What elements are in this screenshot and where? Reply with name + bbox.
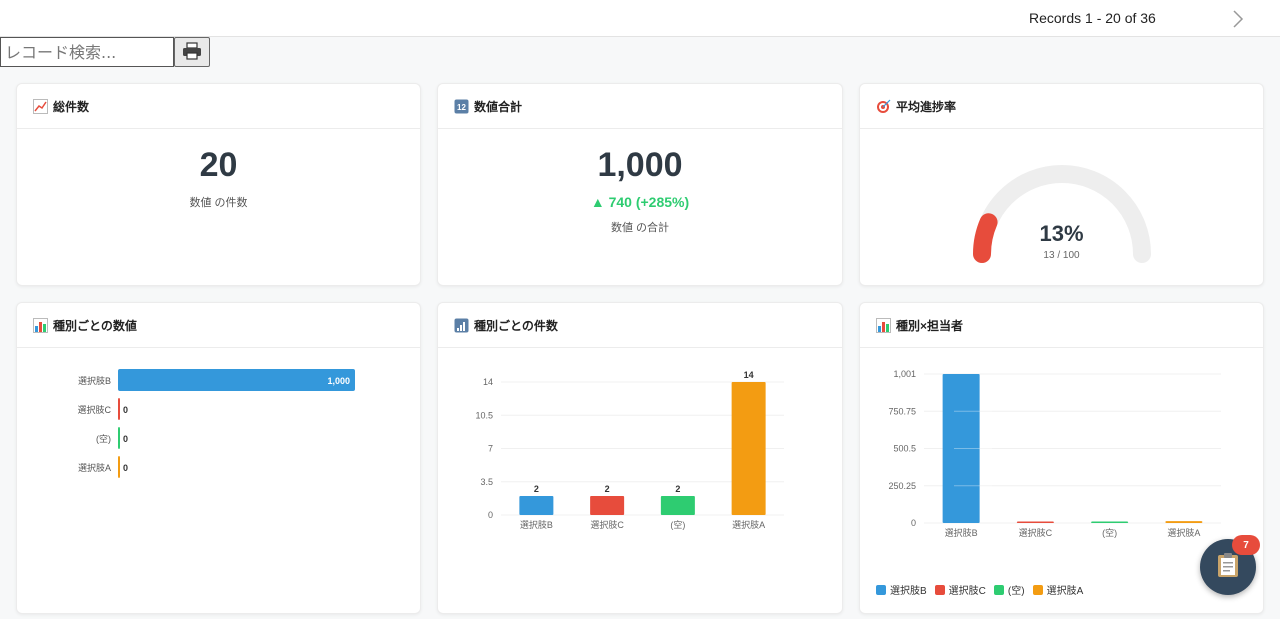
records-count: Records 1 - 20 of 36 <box>1029 10 1156 26</box>
bar <box>118 427 120 449</box>
legend-swatch <box>1032 584 1043 595</box>
category-label: 選択肢C <box>78 404 112 415</box>
print-button[interactable] <box>174 37 210 67</box>
signal-bars-icon <box>454 318 469 333</box>
search-input[interactable] <box>0 37 174 67</box>
legend-item[interactable]: 選択肢A <box>1032 582 1084 597</box>
count-by-type-chart: 0 3.5 7 10.5 14 2 選択肢B 2 選択肢C 2 (空) 14 選択肢A <box>475 370 784 530</box>
legend-item[interactable]: (空) <box>993 582 1025 597</box>
value-by-type-card: 種別ごとの数値 選択肢B 1,000 選択肢C 0 (空) 0 選択肢A 0 <box>16 302 421 614</box>
card-header: 種別×担当者 <box>860 303 1263 348</box>
total-count-card: 総件数 20 数値 の件数 <box>16 83 421 286</box>
legend-label: 選択肢A <box>1046 586 1084 597</box>
card-header: 12 数値合計 <box>438 84 842 129</box>
value-label: 14 <box>744 370 754 380</box>
notification-badge: 7 <box>1232 535 1260 555</box>
x-tick-label: 選択肢B <box>945 527 978 538</box>
sum-label: 数値 の合計 <box>610 222 670 234</box>
progress-detail: 13 / 100 <box>1043 250 1080 261</box>
x-tick-label: (空) <box>1102 527 1117 538</box>
count-by-type-card: 種別ごとの件数 0 3.5 7 10.5 14 2 選択肢B 2 選択肢C 2 (空) 14 選択肢A <box>437 302 843 614</box>
y-tick-label: 500.5 <box>893 444 916 454</box>
y-tick-label: 0 <box>911 518 916 528</box>
category-label: (空) <box>96 433 111 444</box>
x-tick-label: 選択肢C <box>590 519 624 530</box>
value-label: 0 <box>123 405 128 415</box>
value-label: 0 <box>123 434 128 444</box>
bar <box>590 496 625 515</box>
input-numbers-icon: 12 <box>454 99 469 114</box>
type-owner-chart: 0 250.25 500.5 750.75 1,001 選択肢B 選択肢C (空) 選択肢A <box>888 369 1221 538</box>
card-title: 種別ごとの数値 <box>53 318 137 333</box>
y-tick-label: 7 <box>488 444 493 454</box>
y-tick-label: 250.25 <box>888 481 916 491</box>
total-count-label: 数値 の件数 <box>189 197 248 209</box>
card-title: 平均進捗率 <box>896 99 957 114</box>
progress-gauge <box>973 165 1151 263</box>
x-tick-label: (空) <box>670 519 685 530</box>
sum-value: 1,000 <box>597 146 683 184</box>
svg-text:12: 12 <box>457 103 466 112</box>
card-header: 種別ごとの件数 <box>438 303 842 348</box>
progress-card: 平均進捗率 13% 13 / 100 <box>859 83 1264 286</box>
total-count-value: 20 <box>199 146 238 184</box>
y-tick-label: 10.5 <box>475 410 493 420</box>
legend-swatch <box>993 584 1004 595</box>
card-header: 平均進捗率 <box>860 84 1263 129</box>
y-tick-label: 1,001 <box>893 369 916 379</box>
bar <box>118 369 355 391</box>
chevron-right-icon[interactable] <box>1230 9 1246 29</box>
card-title: 種別×担当者 <box>896 318 964 333</box>
progress-value: 13% <box>1039 221 1084 246</box>
x-tick-label: 選択肢B <box>520 519 553 530</box>
x-tick-label: 選択肢C <box>1019 527 1053 538</box>
bar-chart-icon <box>876 317 891 333</box>
x-tick-label: 選択肢A <box>1167 527 1200 538</box>
value-label: 0 <box>123 463 128 473</box>
card-title: 数値合計 <box>474 99 523 114</box>
card-title: 総件数 <box>53 99 90 114</box>
value-label: 1,000 <box>327 376 350 386</box>
value-label: 2 <box>675 484 680 494</box>
bar <box>1091 521 1129 523</box>
value-label: 2 <box>605 484 610 494</box>
card-header: 総件数 <box>17 84 420 129</box>
top-bar: Records 1 - 20 of 36 <box>0 0 1280 37</box>
legend-item[interactable]: 選択肢C <box>934 582 986 597</box>
y-tick-label: 0 <box>488 510 493 520</box>
bar-chart-icon <box>33 317 48 333</box>
bar <box>660 496 695 515</box>
category-label: 選択肢B <box>78 375 111 386</box>
sum-delta: ▲ 740 (+285%) <box>590 194 690 210</box>
card-title: 種別ごとの件数 <box>474 318 558 333</box>
value-by-type-chart: 選択肢B 1,000 選択肢C 0 (空) 0 選択肢A 0 <box>78 369 355 478</box>
chart-legend: 選択肢B 選択肢C (空) 選択肢A <box>876 582 1083 597</box>
legend-label: 選択肢C <box>948 586 986 597</box>
value-label: 2 <box>534 484 539 494</box>
bar <box>118 398 120 420</box>
legend-label: (空) <box>1007 586 1025 597</box>
legend-swatch <box>934 584 945 595</box>
y-tick-label: 3.5 <box>480 477 493 487</box>
card-header: 種別ごとの数値 <box>17 303 420 348</box>
chart-increasing-icon <box>33 98 48 114</box>
target-icon <box>876 99 891 114</box>
x-tick-label: 選択肢A <box>732 519 765 530</box>
bar <box>118 456 120 478</box>
legend-swatch <box>876 584 886 595</box>
bar <box>519 496 554 515</box>
bar <box>1165 521 1203 523</box>
legend-item[interactable]: 選択肢B <box>876 582 927 597</box>
printer-icon <box>182 41 202 63</box>
sum-card: 12 数値合計 1,000 ▲ 740 (+285%) 数値 の合計 <box>437 83 843 286</box>
y-tick-label: 750.75 <box>888 406 916 416</box>
legend-label: 選択肢B <box>890 586 927 597</box>
category-label: 選択肢A <box>78 462 111 473</box>
bar <box>1016 521 1054 523</box>
clipboard-icon <box>1216 552 1240 583</box>
y-tick-label: 14 <box>483 377 493 387</box>
bar <box>731 382 766 515</box>
